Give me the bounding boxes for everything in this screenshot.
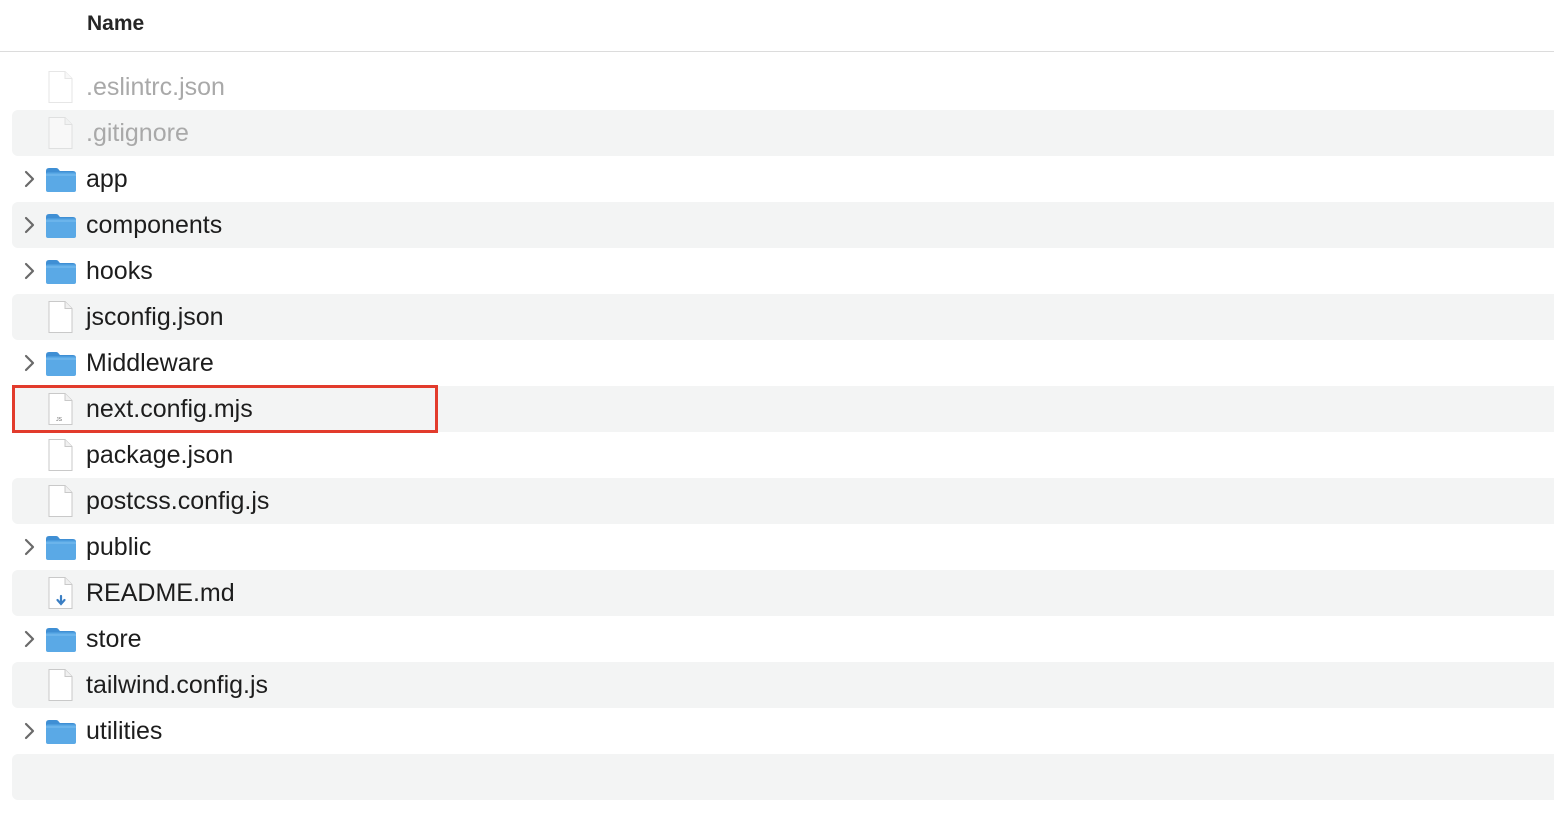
svg-text:JS: JS xyxy=(56,417,63,423)
folder-row[interactable]: app xyxy=(12,156,1554,202)
file-row[interactable]: postcss.config.js xyxy=(12,478,1554,524)
folder-row[interactable]: store xyxy=(12,616,1554,662)
blank-document-icon xyxy=(45,116,77,150)
chevron-right-icon[interactable] xyxy=(22,630,38,648)
file-name: package.json xyxy=(86,441,234,469)
file-name: jsconfig.json xyxy=(86,303,224,331)
folder-icon xyxy=(45,346,77,380)
file-name: .eslintrc.json xyxy=(86,73,225,101)
file-name: .gitignore xyxy=(86,119,189,147)
folder-icon xyxy=(45,162,77,196)
chevron-right-icon[interactable] xyxy=(22,170,38,188)
empty-row xyxy=(12,754,1554,800)
file-name: components xyxy=(86,211,223,239)
js-document-icon: JS xyxy=(45,392,77,426)
chevron-right-icon[interactable] xyxy=(22,722,38,740)
markdown-document-icon xyxy=(45,576,77,610)
folder-row[interactable]: hooks xyxy=(12,248,1554,294)
folder-icon xyxy=(45,254,77,288)
chevron-right-icon[interactable] xyxy=(22,216,38,234)
file-row[interactable]: JS next.config.mjs xyxy=(12,386,1554,432)
file-row[interactable]: README.md xyxy=(12,570,1554,616)
file-name: README.md xyxy=(86,579,235,607)
file-name: postcss.config.js xyxy=(86,487,270,515)
folder-row[interactable]: utilities xyxy=(12,708,1554,754)
blank-document-icon xyxy=(45,438,77,472)
file-name: app xyxy=(86,165,128,193)
chevron-right-icon[interactable] xyxy=(22,262,38,280)
folder-icon xyxy=(45,714,77,748)
name-column-header[interactable]: Name xyxy=(87,12,144,36)
file-name: utilities xyxy=(86,717,163,745)
js-document-icon xyxy=(45,484,77,518)
folder-row[interactable]: components xyxy=(12,202,1554,248)
file-row[interactable]: .gitignore xyxy=(12,110,1554,156)
chevron-right-icon[interactable] xyxy=(22,538,38,556)
file-row[interactable]: jsconfig.json xyxy=(12,294,1554,340)
blank-document-icon xyxy=(45,70,77,104)
folder-icon xyxy=(45,530,77,564)
folder-icon xyxy=(45,208,77,242)
folder-row[interactable]: Middleware xyxy=(12,340,1554,386)
file-row[interactable]: tailwind.config.js xyxy=(12,662,1554,708)
file-name: Middleware xyxy=(86,349,214,377)
file-list: .eslintrc.json .gitignore app components… xyxy=(0,64,1554,800)
file-row[interactable]: package.json xyxy=(12,432,1554,478)
file-name: tailwind.config.js xyxy=(86,671,269,699)
blank-document-icon xyxy=(45,300,77,334)
folder-icon xyxy=(45,622,77,656)
file-name: public xyxy=(86,533,152,561)
js-document-icon xyxy=(45,668,77,702)
file-name: next.config.mjs xyxy=(86,395,253,423)
file-name: store xyxy=(86,625,142,653)
file-name: hooks xyxy=(86,257,153,285)
chevron-right-icon[interactable] xyxy=(22,354,38,372)
file-row[interactable]: .eslintrc.json xyxy=(12,64,1554,110)
folder-row[interactable]: public xyxy=(12,524,1554,570)
list-header: Name xyxy=(0,0,1554,52)
